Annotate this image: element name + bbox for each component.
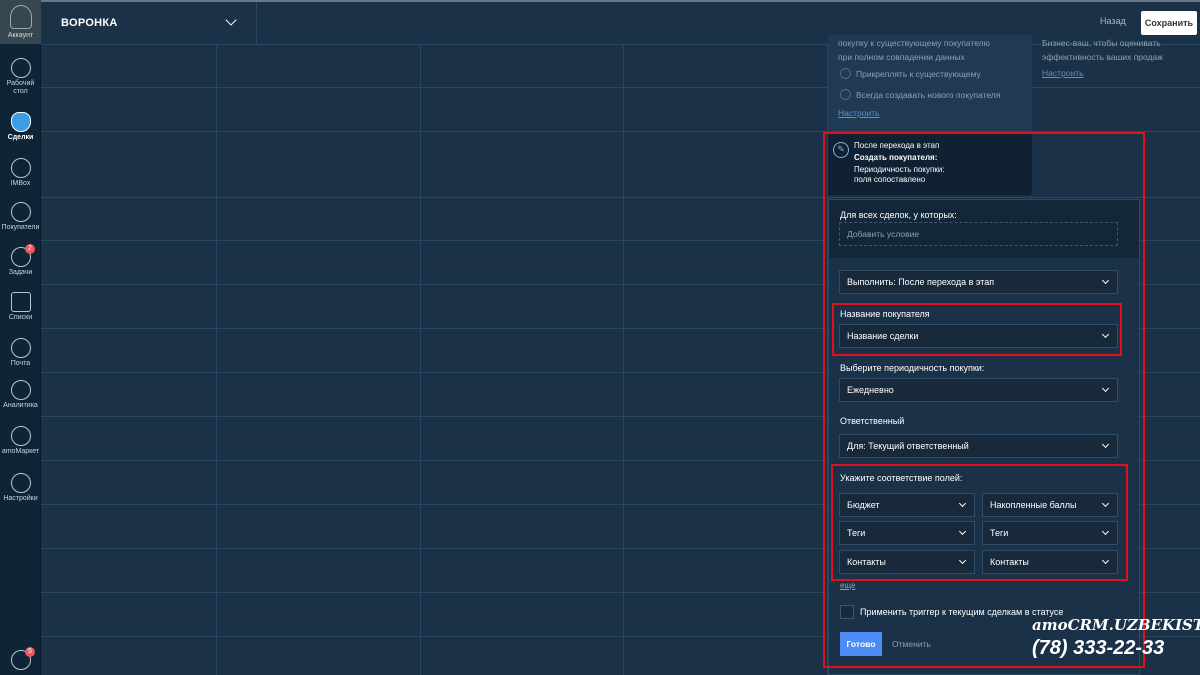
avatar-icon bbox=[9, 5, 32, 29]
analytics-card: Бизнес-ваш, чтобы оценивать эффективност… bbox=[1032, 35, 1200, 95]
account-button[interactable]: Аккаунт bbox=[0, 0, 41, 44]
nav-item-tasks[interactable]: 2 Задачи bbox=[0, 244, 41, 277]
nav-label: Рабочий стол bbox=[6, 80, 35, 95]
nav-item-mail[interactable]: Почта bbox=[0, 338, 41, 368]
card-text: Бизнес-ваш, чтобы оценивать bbox=[1042, 38, 1161, 48]
nav-label: Списки bbox=[8, 314, 33, 321]
nav-item-dashboard[interactable]: Рабочий стол bbox=[0, 58, 41, 96]
account-label: Аккаунт bbox=[7, 32, 34, 39]
card-text: покупку к существующему покупателю bbox=[838, 38, 991, 48]
nav-item-analytics[interactable]: Аналитика bbox=[0, 380, 41, 410]
nav-item-settings[interactable]: Настройки bbox=[0, 473, 41, 503]
nav-item-market[interactable]: amoМаркет bbox=[0, 426, 41, 456]
nav-item-lists[interactable]: Списки bbox=[0, 292, 41, 322]
chat-icon bbox=[10, 158, 31, 178]
chevron-down-icon bbox=[225, 14, 237, 26]
grid-line bbox=[216, 45, 217, 675]
notifications-button[interactable]: 5 bbox=[0, 647, 41, 672]
nav-label: Сделки bbox=[7, 134, 34, 141]
nav-label: Аналитика bbox=[3, 402, 38, 409]
radio-new[interactable] bbox=[840, 89, 851, 100]
watermark-phone: (78) 333-22-33 bbox=[1032, 637, 1165, 659]
customer-merge-card: покупку к существующему покупателю при п… bbox=[828, 35, 1032, 131]
nav-label: IMBox bbox=[10, 180, 31, 187]
tasks-badge: 2 bbox=[25, 244, 35, 254]
funnel-selector[interactable]: ВОРОНКА bbox=[41, 2, 257, 45]
funnel-title: ВОРОНКА bbox=[61, 17, 118, 29]
configure-link[interactable]: Настроить bbox=[838, 108, 880, 118]
nav-label: amoМаркет bbox=[1, 448, 40, 455]
leads-icon bbox=[10, 112, 31, 132]
back-button[interactable]: Назад bbox=[1100, 16, 1126, 26]
lists-icon bbox=[10, 292, 31, 312]
nav-label: Настройки bbox=[3, 495, 38, 502]
watermark: amoCRM.UZBEKISTAN (78) 333-22-33 bbox=[1030, 612, 1200, 672]
highlight-box bbox=[832, 303, 1122, 356]
radio-new-label: Всегда создавать нового покупателя bbox=[856, 90, 1001, 100]
nav-label: Покупатели bbox=[1, 224, 40, 231]
notifications-badge: 5 bbox=[25, 647, 35, 657]
nav-label: Задачи bbox=[8, 269, 33, 276]
configure-link[interactable]: Настроить bbox=[1042, 68, 1084, 78]
analytics-icon bbox=[10, 380, 31, 400]
grid-line bbox=[623, 45, 624, 675]
customers-icon bbox=[10, 202, 31, 222]
nav-item-customers[interactable]: Покупатели bbox=[0, 202, 41, 232]
watermark-brand: amoCRM.UZBEKISTAN bbox=[1032, 616, 1200, 634]
settings-icon bbox=[10, 473, 31, 493]
radio-attach-label: Прикреплять к существующему bbox=[856, 69, 981, 79]
highlight-box bbox=[823, 132, 1145, 668]
nav-item-leads[interactable]: Сделки bbox=[0, 112, 41, 142]
grid-line bbox=[420, 45, 421, 675]
market-icon bbox=[10, 426, 31, 446]
nav-label: Почта bbox=[10, 360, 31, 367]
nav-item-imbox[interactable]: IMBox bbox=[0, 158, 41, 188]
save-button[interactable]: Сохранить bbox=[1141, 11, 1197, 35]
mail-icon bbox=[10, 338, 31, 358]
card-text: эффективность ваших продаж bbox=[1042, 52, 1163, 62]
highlight-box bbox=[831, 464, 1128, 581]
left-nav: Аккаунт Рабочий стол Сделки IMBox Покупа… bbox=[0, 0, 41, 675]
radio-attach[interactable] bbox=[840, 68, 851, 79]
dashboard-icon bbox=[10, 58, 31, 78]
card-text: при полном совпадении данных bbox=[838, 52, 965, 62]
